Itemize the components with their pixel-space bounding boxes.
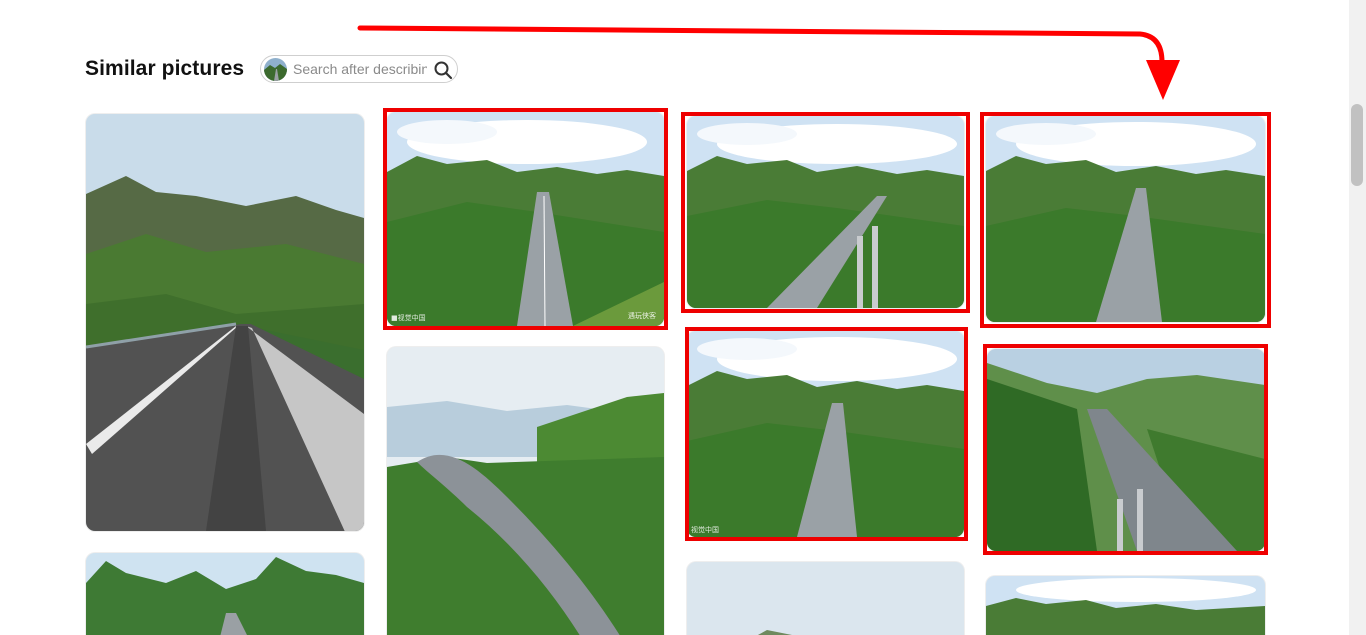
image-card-mountain-highway-4[interactable]	[986, 116, 1265, 322]
image-card-forest-bridge[interactable]	[987, 349, 1265, 551]
watermark-left: ■视觉中国	[391, 314, 426, 322]
section-title: Similar pictures	[85, 57, 245, 80]
scrollbar-thumb[interactable]	[1351, 104, 1363, 186]
image-card-hazy-landscape[interactable]	[687, 562, 964, 635]
image-card-karst-valley[interactable]	[86, 553, 364, 635]
image-search-box[interactable]	[260, 55, 458, 83]
similar-pictures-page: Similar pictures Search after describing…	[0, 0, 1366, 635]
image-card-mountain-highway-2[interactable]	[687, 116, 964, 308]
image-card-mountain-highway-3[interactable]: 视觉中国	[687, 331, 964, 537]
image-card-coastal-road[interactable]	[387, 347, 664, 635]
image-card-mountain-highway-5[interactable]	[986, 576, 1265, 635]
search-input[interactable]	[293, 59, 427, 79]
image-card-highway-curve[interactable]	[86, 114, 364, 531]
watermark-left: 视觉中国	[691, 526, 719, 534]
search-icon[interactable]	[433, 60, 453, 80]
image-card-mountain-highway-1[interactable]: ■视觉中国 遇玩侠客	[387, 112, 664, 326]
search-thumbnail[interactable]	[264, 58, 287, 81]
vertical-scrollbar[interactable]	[1349, 0, 1366, 635]
watermark-right: 遇玩侠客	[628, 312, 656, 320]
